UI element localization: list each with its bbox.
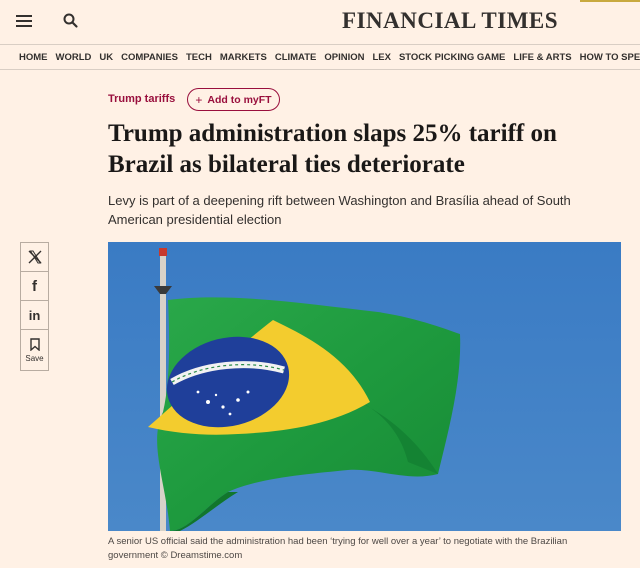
add-to-myft-label: Add to myFT (207, 93, 272, 106)
topic-link[interactable]: Trump tariffs (108, 93, 175, 105)
facebook-icon: f (32, 277, 37, 295)
share-facebook-button[interactable]: f (21, 272, 48, 301)
article-main-image (108, 242, 621, 531)
hamburger-menu-icon[interactable] (16, 12, 36, 32)
linkedin-icon: in (28, 307, 41, 323)
nav-item-tech[interactable]: TECH (186, 52, 212, 63)
nav-item-how-to-spend-it[interactable]: HOW TO SPEND IT (580, 52, 640, 63)
nav-item-life-arts[interactable]: LIFE & ARTS (513, 52, 571, 63)
plus-icon: + (195, 92, 203, 107)
add-to-myft-button[interactable]: + Add to myFT (187, 88, 280, 111)
x-twitter-icon (28, 250, 41, 264)
nav-item-stock-picking-game[interactable]: STOCK PICKING GAME (399, 52, 505, 63)
save-label: Save (25, 353, 44, 363)
share-linkedin-button[interactable]: in (21, 301, 48, 330)
save-article-button[interactable]: Save (21, 330, 48, 370)
search-icon[interactable] (60, 10, 82, 32)
nav-item-markets[interactable]: MARKETS (220, 52, 267, 63)
nav-item-home[interactable]: HOME (19, 52, 48, 63)
section-nav: HOME WORLD UK COMPANIES TECH MARKETS CLI… (0, 44, 640, 70)
nav-item-companies[interactable]: COMPANIES (121, 52, 178, 63)
bookmark-icon (29, 337, 40, 351)
nav-item-uk[interactable]: UK (99, 52, 113, 63)
share-x-button[interactable] (21, 243, 48, 272)
article-headline: Trump administration slaps 25% tariff on… (108, 120, 557, 178)
nav-item-lex[interactable]: LEX (372, 52, 390, 63)
accent-strip (580, 0, 640, 2)
nav-item-world[interactable]: WORLD (56, 52, 92, 63)
article-standfirst: Levy is part of a deepening rift between… (108, 193, 571, 227)
nav-item-opinion[interactable]: OPINION (324, 52, 364, 63)
masthead-logo[interactable]: FINANCIAL TIMES (342, 8, 558, 34)
share-toolbar: f in Save (20, 242, 49, 371)
image-caption: A senior US official said the administra… (108, 536, 568, 561)
top-bar: FINANCIAL TIMES (0, 0, 640, 44)
nav-item-climate[interactable]: CLIMATE (275, 52, 317, 63)
